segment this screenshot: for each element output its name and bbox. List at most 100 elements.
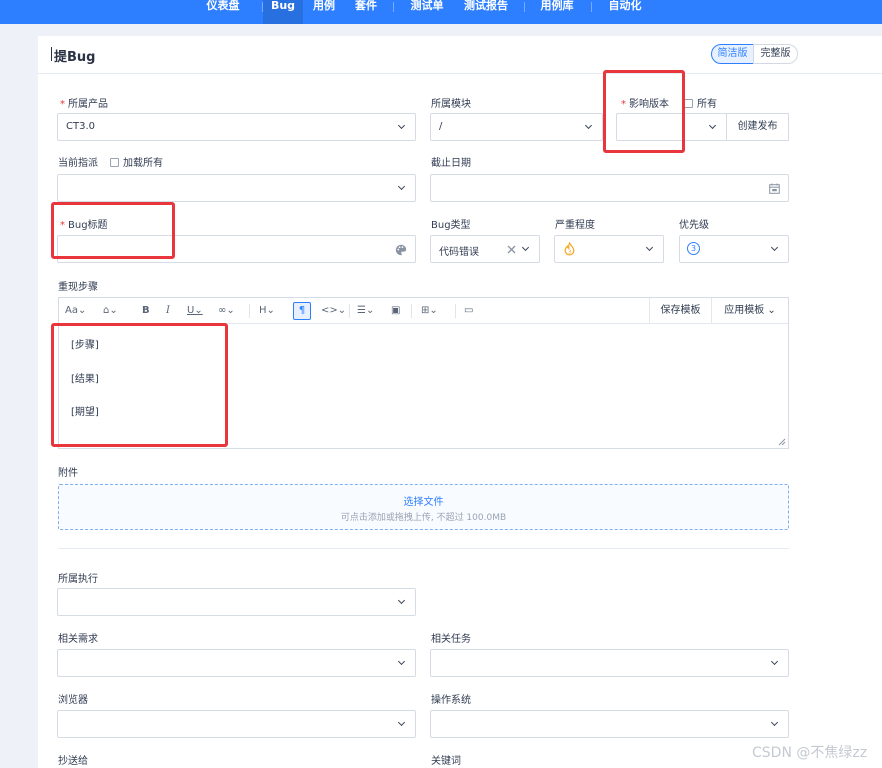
nav-dashboard[interactable]: 仪表盘 bbox=[194, 0, 252, 24]
toolbar-divider bbox=[249, 304, 250, 318]
svg-text:3: 3 bbox=[568, 250, 572, 256]
fullscreen-icon[interactable]: ▭ bbox=[464, 304, 473, 318]
chevron-down-icon bbox=[397, 597, 407, 607]
task-label: 相关任务 bbox=[431, 634, 471, 645]
chevron-down-icon bbox=[770, 658, 780, 668]
highlight-build-box bbox=[603, 70, 685, 153]
underline-icon[interactable]: U⌄ bbox=[187, 304, 203, 318]
code-icon[interactable]: <>⌄ bbox=[321, 304, 346, 318]
bug-type-label: Bug类型 bbox=[431, 220, 471, 231]
bold-icon[interactable]: B bbox=[142, 304, 150, 318]
assignee-select[interactable] bbox=[57, 174, 416, 202]
highlight-steps-box bbox=[51, 323, 228, 447]
nav-caselib[interactable]: 用例库 bbox=[532, 0, 582, 24]
keywords-label: 关键词 bbox=[431, 756, 461, 767]
attachment-label: 附件 bbox=[58, 468, 78, 479]
build-all-checkbox[interactable]: 所有 bbox=[684, 95, 717, 110]
steps-label: 重现步骤 bbox=[58, 282, 98, 293]
browser-select[interactable] bbox=[57, 710, 416, 738]
clear-icon[interactable] bbox=[507, 245, 516, 254]
mode-full-button[interactable]: 完整版 bbox=[753, 44, 798, 64]
chevron-down-icon bbox=[584, 122, 594, 132]
italic-icon[interactable]: I bbox=[166, 304, 170, 318]
checkbox-icon bbox=[684, 99, 693, 108]
chevron-down-icon bbox=[708, 122, 718, 132]
nav-automation[interactable]: 自动化 bbox=[600, 0, 650, 24]
nav-divider bbox=[524, 2, 525, 12]
os-label: 操作系统 bbox=[431, 695, 471, 706]
paragraph-icon[interactable]: ¶ bbox=[293, 302, 311, 320]
nav-bug[interactable]: Bug bbox=[263, 0, 303, 24]
title-row: 提Bug 简洁版 完整版 bbox=[38, 36, 882, 74]
mailto-label: 抄送给 bbox=[58, 756, 88, 767]
nav-testtask[interactable]: 测试单 bbox=[402, 0, 452, 24]
nav-testreport[interactable]: 测试报告 bbox=[455, 0, 517, 24]
severity-flame-icon: 3 bbox=[564, 242, 575, 256]
chevron-down-icon bbox=[397, 658, 407, 668]
chevron-down-icon bbox=[397, 183, 407, 193]
product-select[interactable]: CT3.0 bbox=[57, 113, 416, 141]
priority-badge: 3 bbox=[687, 242, 700, 255]
top-nav: 仪表盘 Bug 用例 套件 测试单 测试报告 用例库 自动化 bbox=[0, 0, 882, 24]
chevron-down-icon bbox=[397, 122, 407, 132]
heading-icon[interactable]: H⌄ bbox=[259, 304, 275, 318]
toolbar-divider bbox=[455, 304, 456, 318]
chevron-down-icon bbox=[770, 719, 780, 729]
table-icon[interactable]: ⊞⌄ bbox=[421, 304, 438, 318]
select-file-link[interactable]: 选择文件 bbox=[59, 493, 788, 508]
module-value: / bbox=[439, 121, 443, 132]
watermark: CSDN @不焦绿zz bbox=[752, 745, 868, 761]
nav-divider bbox=[393, 2, 394, 12]
deadline-label: 截止日期 bbox=[431, 158, 471, 169]
chevron-down-icon bbox=[645, 244, 655, 254]
nav-suite[interactable]: 套件 bbox=[346, 0, 386, 24]
load-all-label: 加载所有 bbox=[123, 158, 163, 169]
font-size-icon[interactable]: Aa⌄ bbox=[65, 304, 86, 318]
font-color-icon[interactable]: ⌂⌄ bbox=[103, 304, 118, 318]
story-select[interactable] bbox=[57, 649, 416, 677]
product-value: CT3.0 bbox=[66, 121, 95, 132]
severity-select[interactable]: 3 bbox=[554, 235, 664, 263]
chevron-down-icon bbox=[770, 244, 780, 254]
assignee-label: 当前指派 加载所有 bbox=[58, 158, 163, 169]
mode-simple-button[interactable]: 简洁版 bbox=[711, 44, 754, 64]
editor-toolbar: Aa⌄ ⌂⌄ B I U⌄ ∞⌄ H⌄ ¶ <>⌄ ☰⌄ ▣ ⊞⌄ ▭ 保存模板… bbox=[59, 298, 788, 324]
nav-divider bbox=[591, 2, 592, 12]
priority-label: 优先级 bbox=[679, 220, 709, 231]
page-title: 提Bug bbox=[50, 46, 95, 65]
image-icon[interactable]: ▣ bbox=[391, 304, 400, 318]
calendar-icon bbox=[769, 183, 780, 194]
list-icon[interactable]: ☰⌄ bbox=[357, 304, 374, 318]
upload-hint: 可点击添加或拖拽上传, 不超过 100.0MB bbox=[340, 513, 507, 523]
module-label: 所属模块 bbox=[431, 99, 471, 110]
task-select[interactable] bbox=[430, 649, 789, 677]
create-release-button[interactable]: 创建发布 bbox=[726, 113, 789, 141]
story-label: 相关需求 bbox=[58, 634, 98, 645]
bug-type-value: 代码错误 bbox=[439, 247, 479, 258]
module-select[interactable]: / bbox=[430, 113, 603, 141]
deadline-input[interactable] bbox=[430, 174, 789, 202]
execution-label: 所属执行 bbox=[58, 574, 98, 585]
highlight-title-box bbox=[51, 202, 175, 259]
priority-select[interactable]: 3 bbox=[679, 235, 789, 263]
toolbar-divider bbox=[349, 304, 350, 318]
chevron-down-icon bbox=[521, 244, 531, 254]
browser-label: 浏览器 bbox=[58, 695, 88, 706]
nav-testcase[interactable]: 用例 bbox=[305, 0, 343, 24]
divider bbox=[58, 548, 789, 549]
toolbar-divider bbox=[411, 304, 412, 318]
bug-type-select[interactable]: 代码错误 bbox=[430, 235, 540, 263]
severity-label: 严重程度 bbox=[555, 220, 595, 231]
execution-select[interactable] bbox=[57, 588, 416, 616]
palette-icon[interactable] bbox=[395, 244, 407, 256]
required-mark: * bbox=[60, 99, 65, 110]
save-template-button[interactable]: 保存模板 bbox=[649, 298, 711, 324]
link-icon[interactable]: ∞⌄ bbox=[218, 304, 235, 318]
chevron-down-icon bbox=[397, 719, 407, 729]
os-select[interactable] bbox=[430, 710, 789, 738]
resize-handle-icon[interactable] bbox=[778, 438, 786, 446]
apply-template-button[interactable]: 应用模板 ⌄ bbox=[711, 298, 788, 324]
checkbox-icon[interactable] bbox=[110, 158, 119, 167]
upload-dropzone[interactable]: 选择文件 可点击添加或拖拽上传, 不超过 100.0MB bbox=[58, 484, 789, 530]
product-label: * 所属产品 bbox=[60, 99, 108, 110]
